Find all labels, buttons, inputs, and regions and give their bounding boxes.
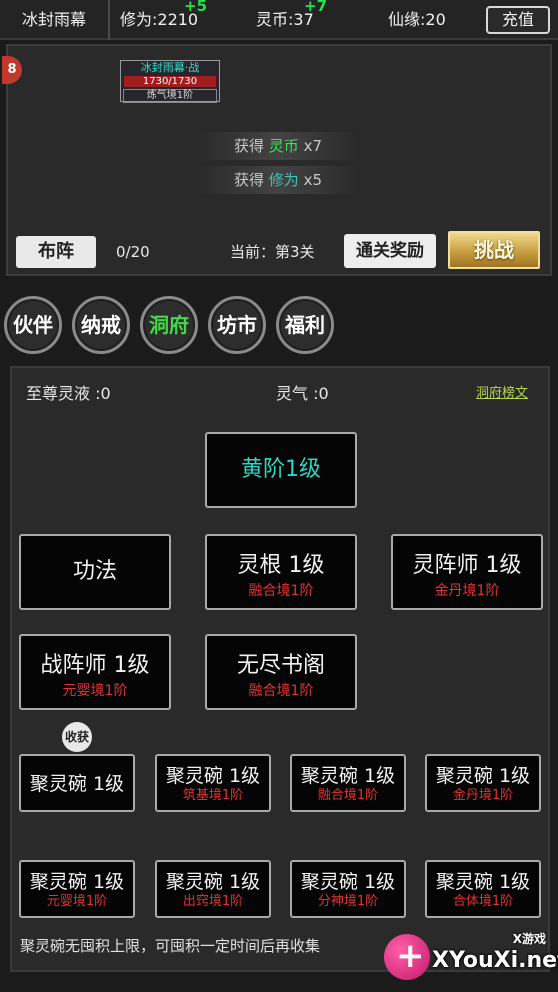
cave-level-box[interactable]: 黄阶1级 <box>205 432 357 508</box>
bowl-title: 聚灵碗 1级 <box>300 765 396 787</box>
tab-ring[interactable]: 纳戒 <box>72 296 130 354</box>
building-array-master[interactable]: 灵阵师 1级 金丹境1阶 <box>391 534 543 610</box>
watermark-site: XYouXi.net <box>432 948 558 973</box>
building-war-array-master[interactable]: 战阵师 1级 元婴境1阶 <box>19 634 171 710</box>
spirit-bowl-3[interactable]: 聚灵碗 1级 融合境1阶 <box>290 754 406 812</box>
building-requirement: 元婴境1阶 <box>62 683 128 699</box>
gain-row-cultivation: 获得 修为 x5 <box>198 166 358 194</box>
bowl-requirement: 金丹境1阶 <box>452 788 514 803</box>
building-requirement: 金丹境1阶 <box>434 583 500 599</box>
bowl-title: 聚灵碗 1级 <box>29 871 125 893</box>
building-requirement: 融合境1阶 <box>248 583 314 599</box>
gain-resource: 修为 <box>268 171 299 189</box>
cave-ranking-link[interactable]: 洞府榜文 <box>476 382 528 401</box>
gain-resource: 灵币 <box>268 137 299 155</box>
bowl-hint: 聚灵碗无囤积上限，可囤积一定时间后再收集 <box>20 937 321 955</box>
building-title: 无尽书阁 <box>236 653 325 678</box>
bowl-requirement: 出窍境1阶 <box>182 894 244 909</box>
bowl-requirement: 分神境1阶 <box>317 894 379 909</box>
battle-area: 8 冰封雨幕·战 1730/1730 炼气境1阶 获得 灵币 x7 获得 修为 … <box>2 44 552 276</box>
bowl-title: 聚灵碗 1级 <box>435 765 531 787</box>
building-title: 战阵师 1级 <box>40 653 150 678</box>
spirit-bowl-1[interactable]: 聚灵碗 1级 <box>19 754 135 812</box>
spirit-bowl-7[interactable]: 聚灵碗 1级 分神境1阶 <box>290 860 406 918</box>
gamepad-logo-icon <box>384 934 430 980</box>
spirit-bowl-8[interactable]: 聚灵碗 1级 合体境1阶 <box>425 860 541 918</box>
gain-prefix: 获得 <box>233 171 264 189</box>
bowl-title: 聚灵碗 1级 <box>165 765 261 787</box>
cultivation-stat: 修为:2210 +5 <box>120 0 207 40</box>
spirit-bowl-4[interactable]: 聚灵碗 1级 金丹境1阶 <box>425 754 541 812</box>
gain-amount: x7 <box>303 137 322 155</box>
tab-welfare[interactable]: 福利 <box>276 296 334 354</box>
tab-market[interactable]: 坊市 <box>208 296 266 354</box>
bowl-requirement: 合体境1阶 <box>452 894 514 909</box>
gain-prefix: 获得 <box>233 137 264 155</box>
battle-count: 0/20 <box>116 243 150 261</box>
tab-partner[interactable]: 伙伴 <box>4 296 62 354</box>
building-title: 灵根 1级 <box>237 553 325 578</box>
building-spirit-root[interactable]: 灵根 1级 融合境1阶 <box>205 534 357 610</box>
cave-level: 黄阶1级 <box>241 457 321 482</box>
gain-row-coin: 获得 灵币 x7 <box>198 132 358 160</box>
watermark-tag: X游戏 <box>512 932 546 946</box>
bowl-title: 聚灵碗 1级 <box>300 871 396 893</box>
supreme-liquid: 至尊灵液 :0 <box>26 384 111 403</box>
hp-bar: 1730/1730 <box>123 75 217 88</box>
character-card[interactable]: 冰封雨幕·战 1730/1730 炼气境1阶 <box>120 60 220 103</box>
harvest-button[interactable]: 收获 <box>62 722 92 752</box>
clear-reward-button[interactable]: 通关奖励 <box>344 234 436 268</box>
character-name: 冰封雨幕·战 <box>140 61 200 74</box>
bowl-requirement: 融合境1阶 <box>317 788 379 803</box>
tab-cave[interactable]: 洞府 <box>140 296 198 354</box>
spirit-coin-gain: +7 <box>304 0 328 15</box>
fate-stat: 仙缘:20 <box>388 10 446 29</box>
bowl-requirement: 元婴境1阶 <box>46 894 108 909</box>
bowl-title: 聚灵碗 1级 <box>165 871 261 893</box>
spirit-bowl-2[interactable]: 聚灵碗 1级 筑基境1阶 <box>155 754 271 812</box>
building-technique[interactable]: 功法 <box>19 534 171 610</box>
character-realm: 炼气境1阶 <box>123 89 217 103</box>
building-title: 功法 <box>72 559 117 584</box>
watermark: XYouXi.net X游戏 <box>380 928 558 988</box>
building-requirement: 融合境1阶 <box>248 683 314 699</box>
gain-amount: x5 <box>303 171 322 189</box>
spirit-qi: 灵气 :0 <box>276 384 329 403</box>
spirit-bowl-5[interactable]: 聚灵碗 1级 元婴境1阶 <box>19 860 135 918</box>
bowl-requirement: 筑基境1阶 <box>182 788 244 803</box>
bowl-title: 聚灵碗 1级 <box>435 871 531 893</box>
challenge-button[interactable]: 挑战 <box>448 231 540 269</box>
edge-badge[interactable]: 8 <box>2 56 22 84</box>
building-title: 灵阵师 1级 <box>412 553 522 578</box>
current-stage: 当前：第3关 <box>230 243 315 261</box>
spirit-coin-stat: 灵币:37 +7 <box>256 0 327 40</box>
formation-button[interactable]: 布阵 <box>16 236 96 268</box>
top-status-bar: 冰封雨幕 修为:2210 +5 灵币:37 +7 仙缘:20 充值 <box>0 0 558 40</box>
player-name[interactable]: 冰封雨幕 <box>0 0 110 40</box>
bowl-title: 聚灵碗 1级 <box>29 773 125 795</box>
spirit-bowl-6[interactable]: 聚灵碗 1级 出窍境1阶 <box>155 860 271 918</box>
building-endless-library[interactable]: 无尽书阁 融合境1阶 <box>205 634 357 710</box>
recharge-button[interactable]: 充值 <box>486 6 550 34</box>
cultivation-gain: +5 <box>184 0 208 15</box>
cave-panel: 至尊灵液 :0 灵气 :0 洞府榜文 黄阶1级 功法 灵根 1级 融合境1阶 灵… <box>10 366 550 972</box>
